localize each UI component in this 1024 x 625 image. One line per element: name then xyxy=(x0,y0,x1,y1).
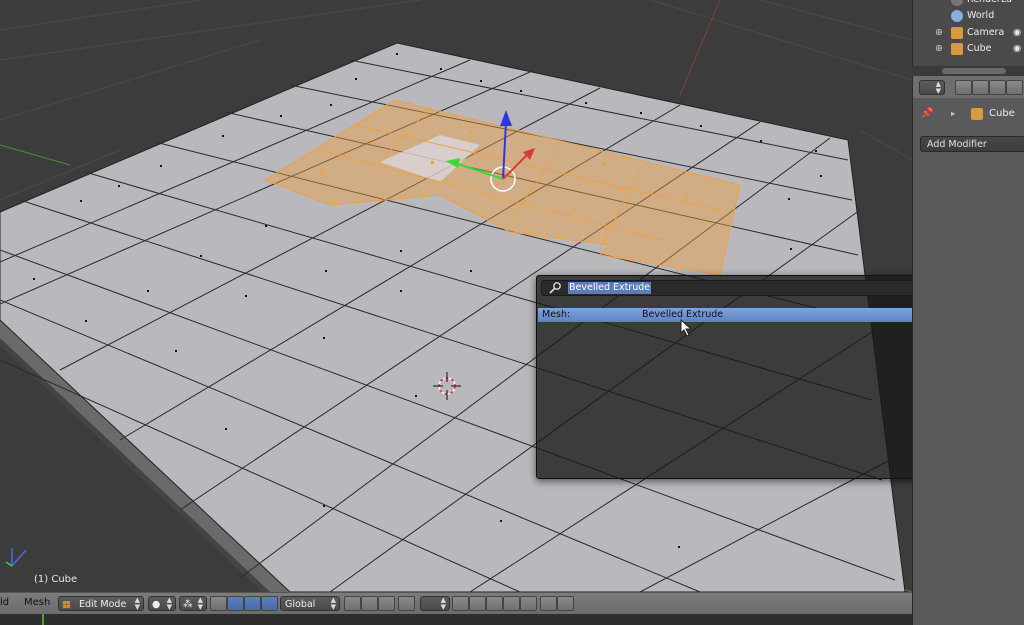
snap-project-button[interactable] xyxy=(520,596,537,611)
outliner-panel: RenderLa World ⊕ Camera ◉ ⊕ Cube ◉ xyxy=(912,0,1024,66)
pin-icon[interactable]: 📌 xyxy=(921,108,933,119)
opengl-render-button[interactable] xyxy=(540,596,557,611)
snap-button[interactable] xyxy=(452,596,469,611)
result-category: Mesh: xyxy=(542,309,571,320)
eye-icon[interactable]: ◉ xyxy=(1013,41,1021,57)
object-icon xyxy=(971,108,983,120)
outliner-item-cube[interactable]: ⊕ Cube ◉ xyxy=(913,41,1024,57)
camera-icon xyxy=(951,27,963,39)
mesh-icon xyxy=(951,43,963,55)
scale-manipulator-button[interactable] xyxy=(261,596,278,611)
operator-search-popup: Bevelled Extrude Mesh: Bevelled Extrude xyxy=(536,275,944,479)
search-query-text: Bevelled Extrude xyxy=(568,282,652,294)
eye-icon[interactable]: ◉ xyxy=(1013,25,1021,41)
panel-scrollbar[interactable] xyxy=(912,66,1024,76)
view-axis-icon xyxy=(5,548,27,567)
search-input[interactable]: Bevelled Extrude xyxy=(541,280,939,296)
sphere-icon: ● xyxy=(152,599,161,610)
timeline-strip xyxy=(0,614,912,625)
scene-tab-icon[interactable] xyxy=(989,80,1006,95)
viewport-object-label: (1) Cube xyxy=(34,574,78,585)
translate-manipulator-button[interactable] xyxy=(227,596,244,611)
chevron-updown-icon: ▲ ▼ xyxy=(330,596,336,611)
render-tab-icon[interactable] xyxy=(955,80,972,95)
shading-dropdown[interactable]: ● ▲ ▼ xyxy=(148,596,176,611)
opengl-animation-button[interactable] xyxy=(557,596,574,611)
snap-align-button[interactable] xyxy=(503,596,520,611)
layer-button-1[interactable] xyxy=(344,596,361,611)
layers-tab-icon[interactable] xyxy=(972,80,989,95)
snap-element-button[interactable] xyxy=(469,596,486,611)
chevron-updown-icon: ▲ ▼ xyxy=(440,596,446,611)
chevron-updown-icon: ▲ ▼ xyxy=(166,596,172,611)
outliner-item-renderlayers[interactable]: RenderLa xyxy=(913,0,1024,8)
chevron-updown-icon: ▲ ▼ xyxy=(134,596,140,611)
orientation-dropdown[interactable]: Global ▲ ▼ xyxy=(280,596,340,611)
editor-type-dropdown[interactable]: ▲ ▼ xyxy=(919,80,945,95)
render-layers-icon xyxy=(951,0,963,6)
mouse-pointer-icon xyxy=(680,319,693,337)
viewport-header: ld Mesh ▦ Edit Mode ▲ ▼ ● ▲ ▼ ⁂ ▲ ▼ Global … xyxy=(0,592,912,615)
layer-button-3[interactable] xyxy=(378,596,395,611)
mode-icon: ▦ xyxy=(62,599,71,610)
chevron-updown-icon: ▲ ▼ xyxy=(935,80,941,95)
object-name: Cube xyxy=(989,108,1015,119)
snap-target-button[interactable] xyxy=(486,596,503,611)
world-tab-icon[interactable] xyxy=(1006,80,1023,95)
menu-select[interactable]: ld xyxy=(0,597,9,608)
expand-icon: ⊕ xyxy=(935,27,943,38)
orientation-label: Global xyxy=(285,599,316,610)
properties-tabs: ▲ ▼ xyxy=(913,76,1024,98)
gear-icon[interactable] xyxy=(398,596,415,611)
mode-dropdown[interactable]: ▦ Edit Mode ▲ ▼ xyxy=(58,596,144,611)
outliner-item-camera[interactable]: ⊕ Camera ◉ xyxy=(913,25,1024,41)
search-icon xyxy=(549,282,561,294)
pivot-icon: ⁂ xyxy=(183,599,193,610)
manipulator-toggle[interactable] xyxy=(210,596,227,611)
layer-button-2[interactable] xyxy=(361,596,378,611)
properties-panel: ▲ ▼ 📌 ▸ Cube Add Modifier xyxy=(912,76,1024,625)
menu-mesh[interactable]: Mesh xyxy=(24,597,50,608)
proportional-edit-dropdown[interactable]: ▲ ▼ xyxy=(420,596,450,611)
chevron-updown-icon: ▲ ▼ xyxy=(197,596,203,611)
chevron-right-icon: ▸ xyxy=(951,109,956,118)
add-modifier-button[interactable]: Add Modifier xyxy=(920,136,1024,152)
expand-icon: ⊕ xyxy=(935,43,943,54)
rotate-manipulator-button[interactable] xyxy=(244,596,261,611)
outliner-item-world[interactable]: World xyxy=(913,8,1024,24)
world-icon xyxy=(951,10,963,22)
mode-label: Edit Mode xyxy=(79,599,127,610)
search-result-item[interactable]: Mesh: Bevelled Extrude xyxy=(538,308,942,322)
pivot-dropdown[interactable]: ⁂ ▲ ▼ xyxy=(179,596,207,611)
